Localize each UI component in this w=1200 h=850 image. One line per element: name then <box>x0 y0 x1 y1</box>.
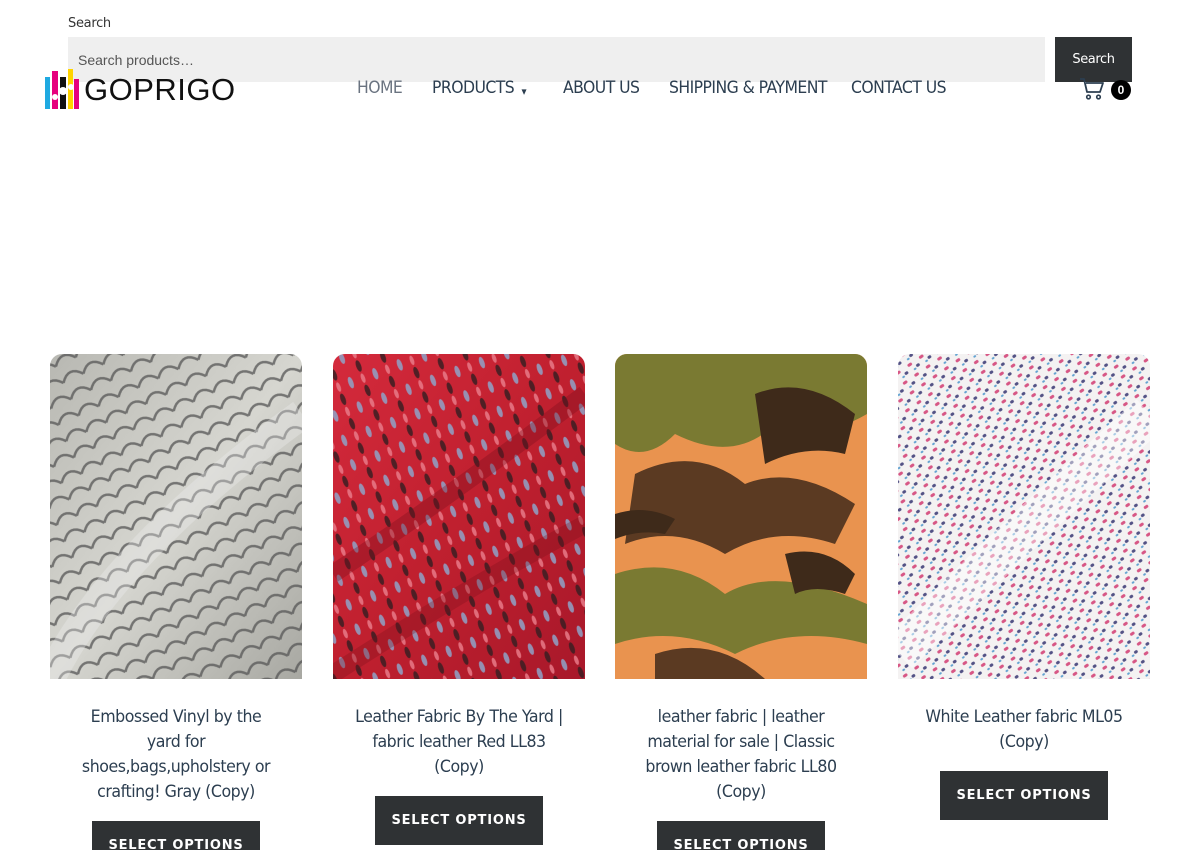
product-image[interactable] <box>615 354 867 679</box>
product-card: Leather Fabric By The Yard | fabric leat… <box>333 354 585 845</box>
select-options-button[interactable]: SELECT OPTIONS <box>657 821 825 850</box>
nav-home[interactable]: HOME <box>357 78 403 98</box>
select-options-button[interactable]: SELECT OPTIONS <box>92 821 260 850</box>
nav-about-us[interactable]: ABOUT US <box>563 78 640 98</box>
product-card: White Leather fabric ML05 (Copy) SELECT … <box>898 354 1150 820</box>
nav-contact-us[interactable]: CONTACT US <box>851 78 947 98</box>
select-options-button[interactable]: SELECT OPTIONS <box>375 796 543 845</box>
product-image[interactable] <box>50 354 302 679</box>
logo-text: GOPRIGO <box>84 72 236 107</box>
product-card: Embossed Vinyl by the yard for shoes,bag… <box>50 354 302 850</box>
cart-button[interactable]: 0 <box>1079 76 1135 106</box>
product-title[interactable]: leather fabric | leather material for sa… <box>624 705 858 805</box>
select-options-button[interactable]: SELECT OPTIONS <box>940 771 1108 820</box>
nav-products[interactable]: PRODUCTS ▾ <box>432 78 527 98</box>
product-title[interactable]: White Leather fabric ML05 (Copy) <box>907 705 1141 755</box>
product-image[interactable] <box>898 354 1150 679</box>
product-card: leather fabric | leather material for sa… <box>615 354 867 850</box>
cart-icon <box>1080 78 1104 100</box>
cart-count-badge: 0 <box>1111 80 1131 100</box>
nav-shipping-payment[interactable]: SHIPPING & PAYMENT <box>669 78 827 98</box>
product-image[interactable] <box>333 354 585 679</box>
chevron-down-icon: ▾ <box>521 85 526 98</box>
product-title[interactable]: Leather Fabric By The Yard | fabric leat… <box>342 705 576 780</box>
nav-products-label: PRODUCTS <box>432 78 515 98</box>
site-logo[interactable]: GOPRIGO <box>44 67 236 113</box>
logo-mark-icon <box>45 69 79 109</box>
product-title[interactable]: Embossed Vinyl by the yard for shoes,bag… <box>59 705 293 805</box>
search-label: Search <box>68 16 111 31</box>
